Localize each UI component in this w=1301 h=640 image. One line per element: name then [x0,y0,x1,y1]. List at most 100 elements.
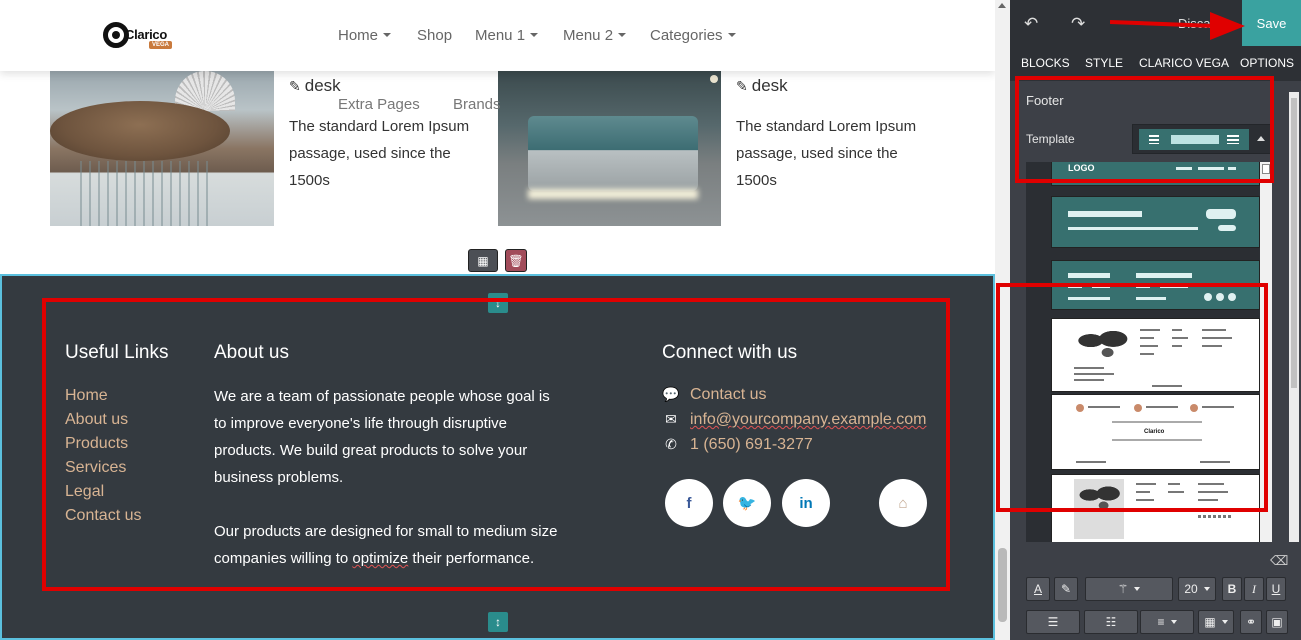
italic-button[interactable]: I [1244,577,1264,601]
product-image-desk-1[interactable] [50,71,274,226]
product-image-desk-2[interactable] [498,71,721,226]
template-line [1074,373,1114,375]
template-option[interactable]: LOGO [1026,162,1260,188]
template-line [1140,329,1160,331]
site-navbar: Clarico VEGA Home Shop Menu 1 Menu 2 Cat… [0,0,995,71]
nav-item-label: Home [338,27,379,44]
highlight-color-button[interactable]: ✎ [1054,577,1078,601]
template-logo-text: Clarico [1144,429,1165,435]
resize-top-handle[interactable]: ↕ [488,293,508,313]
numbered-list-button[interactable]: ☷ [1084,610,1138,634]
font-size-value: 20 [1184,582,1198,596]
scroll-up-icon[interactable] [998,3,1006,8]
table-top [50,101,230,161]
footer-link-products[interactable]: Products [65,432,141,456]
link-button[interactable]: ⚭ [1240,610,1262,634]
template-icon-dot [1076,404,1084,412]
nav-item-menu-2[interactable]: Menu 2 [563,27,627,44]
contact-us-row[interactable]: 💬 Contact us [662,386,766,404]
world-map-icon [1076,483,1122,513]
template-option[interactable]: Clarico [1026,394,1260,472]
about-text: their performance. [408,550,535,567]
template-line [1092,285,1110,288]
chevron-down-icon [530,33,539,37]
redo-icon[interactable]: ↷ [1071,14,1085,34]
template-select[interactable] [1132,124,1272,154]
scroll-up-icon[interactable] [1262,164,1270,174]
home-icon: ⌂ [898,494,908,512]
product-title[interactable]: ✎ desk [736,76,788,96]
site-logo[interactable]: Clarico VEGA [103,20,175,52]
template-line [1202,337,1232,339]
text-toolbar: ⌫ A ✎ ⚚ 20 B I U ☰ ☷ ≡ ▦ ⚭ ▣ [1010,543,1301,640]
tab-clarico-vega[interactable]: CLARICO VEGA [1139,56,1229,70]
eraser-icon[interactable]: ⌫ [1270,553,1288,569]
template-line [1200,461,1230,463]
nav-item-menu-1[interactable]: Menu 1 [475,27,539,44]
table-legs [80,161,210,226]
email-row[interactable]: ✉ info@yourcompany.example.com [662,411,926,429]
template-line [1198,483,1224,485]
footer-link-home[interactable]: Home [65,384,141,408]
underline-button[interactable]: U [1266,577,1286,601]
panel-scrollbar[interactable] [1289,92,1299,542]
template-option[interactable] [1026,316,1260,394]
template-option[interactable] [1026,254,1260,314]
table-dropdown[interactable]: ▦ [1198,610,1234,634]
nav-item-categories[interactable]: Categories [650,27,736,44]
tab-blocks[interactable]: BLOCKS [1021,56,1070,70]
template-line [1136,285,1150,288]
undo-icon[interactable]: ↶ [1024,14,1038,34]
scrollbar-thumb[interactable] [1291,98,1297,388]
template-thumb: Clarico [1051,394,1260,470]
footer-about-text[interactable]: We are a team of passionate people whose… [214,383,559,572]
template-option[interactable] [1026,192,1260,252]
align-dropdown[interactable]: ≡ [1140,610,1194,634]
scrollbar-thumb[interactable] [998,548,1007,622]
footer-link-about[interactable]: About us [65,408,141,432]
footer-link-legal[interactable]: Legal [65,480,141,504]
text-color-button[interactable]: A [1026,577,1050,601]
twitter-button[interactable]: 🐦 [723,479,771,527]
bullet-list-button[interactable]: ☰ [1026,610,1080,634]
editor-panel: ↶ ↷ Discard Save BLOCKS STYLE CLARICO VE… [1010,0,1301,640]
template-line [1068,285,1082,288]
image-button[interactable]: ▣ [1266,610,1288,634]
section-title: Footer [1026,93,1064,108]
footer-link-contact[interactable]: Contact us [65,504,141,528]
template-line [1074,379,1104,381]
product-title[interactable]: ✎ desk [289,76,341,96]
home-button[interactable]: ⌂ [879,479,927,527]
resize-bottom-handle[interactable]: ↕ [488,612,508,632]
facebook-button[interactable]: f [665,479,713,527]
tab-style[interactable]: STYLE [1085,56,1124,80]
nav-item-brands[interactable]: Brands [453,96,501,113]
template-dot [1204,293,1212,301]
snippet-options-button[interactable]: ▦ [468,249,498,272]
style-dropdown[interactable]: ⚚ [1085,577,1173,601]
site-scrollbar[interactable] [995,0,1010,640]
phone-row[interactable]: ✆ 1 (650) 691-3277 [662,436,813,454]
nav-item-shop[interactable]: Shop [417,27,452,44]
nav-item-extra-pages[interactable]: Extra Pages [338,96,420,113]
snippet-delete-button[interactable]: 🗑 [505,249,527,272]
footer-link-services[interactable]: Services [65,456,141,480]
nav-item-home[interactable]: Home [338,27,392,44]
nav-item-label: Brands [453,96,501,113]
save-button[interactable]: Save [1242,0,1301,46]
template-thumb [1051,196,1260,248]
template-list-scrollbar[interactable] [1260,162,1272,542]
tab-options[interactable]: OPTIONS [1240,56,1294,70]
template-line [1198,491,1228,493]
template-option[interactable] [1026,472,1260,542]
template-thumb [1051,474,1260,542]
bold-button[interactable]: B [1222,577,1242,601]
edit-icon: ✎ [289,78,301,94]
chevron-down-icon [1134,587,1141,591]
phone-link: 1 (650) 691-3277 [690,436,813,453]
linkedin-button[interactable]: in [782,479,830,527]
image-icon: ▣ [1271,615,1283,629]
chevron-down-icon [1221,620,1228,624]
font-size-dropdown[interactable]: 20 [1178,577,1216,601]
facebook-icon: f [686,494,692,512]
